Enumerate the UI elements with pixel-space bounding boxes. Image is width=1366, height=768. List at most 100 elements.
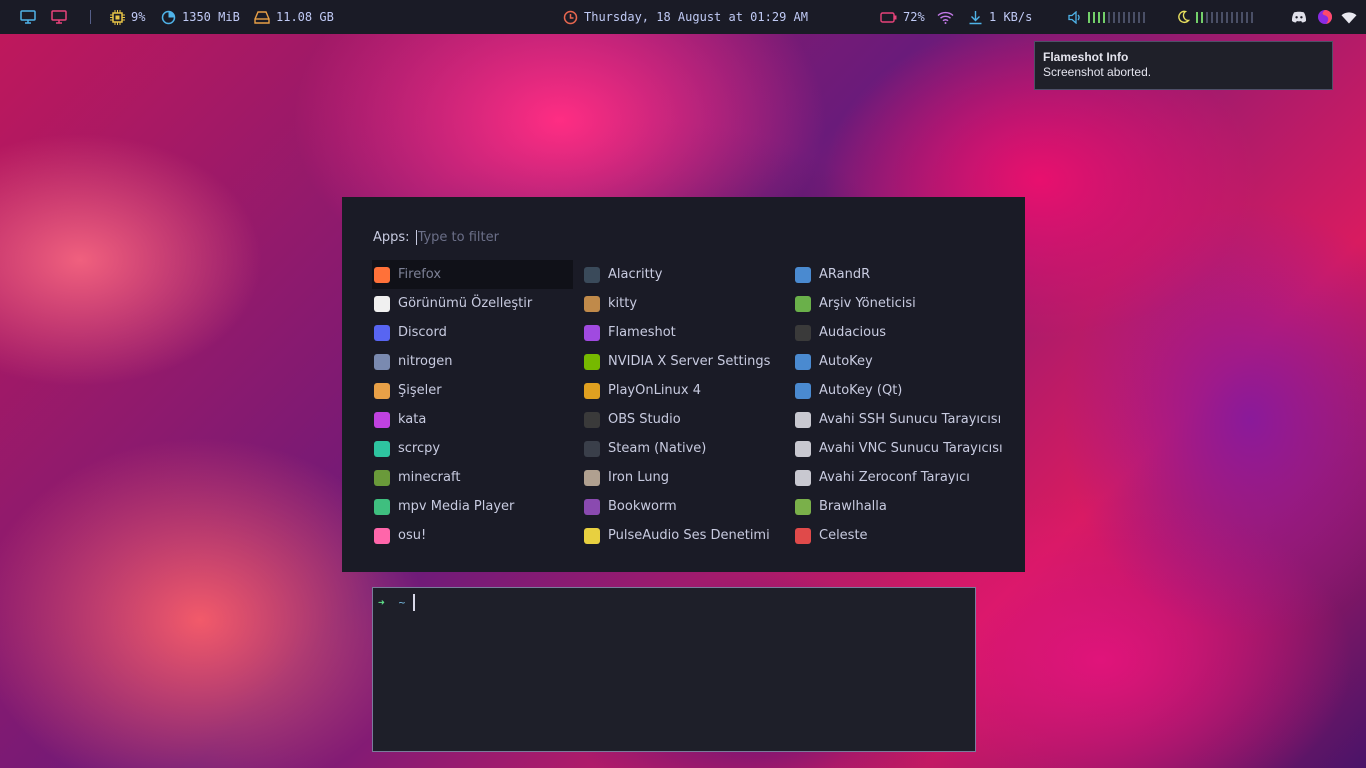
wifi-tray-icon[interactable] <box>1341 0 1357 34</box>
filter-input[interactable] <box>415 230 678 245</box>
brightness-widget[interactable] <box>1176 0 1253 34</box>
scrcpy-icon <box>374 440 390 457</box>
level-bar <box>1201 11 1203 23</box>
level-bar <box>1118 11 1120 23</box>
app-label: NVIDIA X Server Settings <box>608 354 771 369</box>
avahi-zeroconf-icon <box>795 469 811 486</box>
battery-icon <box>880 11 897 23</box>
app-label: Avahi VNC Sunucu Tarayıcısı <box>819 441 1003 456</box>
app-label: Celeste <box>819 528 868 543</box>
app-label: Firefox <box>398 267 442 282</box>
memory-widget: 1350 MiB <box>161 0 240 34</box>
app-item[interactable]: Arşiv Yöneticisi <box>793 289 994 318</box>
level-bar <box>1241 11 1243 23</box>
app-label: AutoKey (Qt) <box>819 383 903 398</box>
app-item[interactable]: Şişeler <box>372 376 573 405</box>
app-label: PlayOnLinux 4 <box>608 383 702 398</box>
app-item[interactable]: Bookworm <box>582 492 783 521</box>
clock-icon <box>563 10 578 24</box>
level-bar <box>1103 11 1105 23</box>
level-bar <box>1226 11 1228 23</box>
app-label: Bookworm <box>608 499 677 514</box>
level-bar <box>1138 11 1140 23</box>
top-status-bar: 9% 1350 MiB 11.08 GB Thursday, 18 August… <box>0 0 1366 34</box>
app-item[interactable]: scrcpy <box>372 434 573 463</box>
discord-tray-icon[interactable] <box>1291 0 1307 34</box>
app-item[interactable]: Audacious <box>793 318 994 347</box>
datetime-text: Thursday, 18 August at 01:29 AM <box>584 10 808 24</box>
wifi-icon <box>937 11 954 24</box>
app-item[interactable]: Celeste <box>793 521 994 550</box>
battery-widget: 72% <box>880 0 925 34</box>
moon-icon <box>1178 10 1190 24</box>
app-item[interactable]: Avahi VNC Sunucu Tarayıcısı <box>793 434 1003 463</box>
clock-widget[interactable]: Thursday, 18 August at 01:29 AM <box>563 0 808 34</box>
app-label: Avahi SSH Sunucu Tarayıcısı <box>819 412 1002 427</box>
app-item[interactable]: Steam (Native) <box>582 434 783 463</box>
level-bar <box>1143 11 1145 23</box>
network-speed-widget: 1 KB/s <box>968 0 1032 34</box>
app-item[interactable]: Avahi Zeroconf Tarayıcı <box>793 463 994 492</box>
app-item[interactable]: Iron Lung <box>582 463 783 492</box>
app-label: osu! <box>398 528 427 543</box>
level-bar <box>1196 11 1198 23</box>
hard-drive-icon <box>254 10 270 24</box>
app-item[interactable]: Alacritty <box>582 260 783 289</box>
app-item[interactable]: kata <box>372 405 573 434</box>
kitty-icon <box>584 295 600 312</box>
app-item[interactable]: mpv Media Player <box>372 492 573 521</box>
prompt-label: Apps: <box>373 230 410 245</box>
app-item[interactable]: PlayOnLinux 4 <box>582 376 783 405</box>
level-bar <box>1108 11 1110 23</box>
app-item[interactable]: Görünümü Özelleştir <box>372 289 573 318</box>
memory-pie-icon <box>161 10 176 24</box>
playonlinux-icon <box>584 382 600 399</box>
brightness-level-bars[interactable] <box>1196 11 1253 23</box>
text-cursor <box>413 594 416 611</box>
kata-icon <box>374 411 390 428</box>
app-item[interactable]: AutoKey <box>793 347 994 376</box>
firefox-tray-icon[interactable] <box>1317 0 1333 34</box>
app-item[interactable]: OBS Studio <box>582 405 783 434</box>
level-bar <box>1221 11 1223 23</box>
app-item[interactable]: Firefox <box>372 260 573 289</box>
memory-value: 1350 MiB <box>182 10 240 24</box>
app-label: Audacious <box>819 325 887 340</box>
app-label: kitty <box>608 296 638 311</box>
level-bar <box>1098 11 1100 23</box>
app-label: AutoKey <box>819 354 873 369</box>
app-item[interactable]: Flameshot <box>582 318 783 347</box>
app-item[interactable]: Discord <box>372 318 573 347</box>
terminal-window[interactable]: ➜ ~ <box>372 587 976 752</box>
app-label: Discord <box>398 325 447 340</box>
app-item[interactable]: Avahi SSH Sunucu Tarayıcısı <box>793 405 1001 434</box>
app-label: Arşiv Yöneticisi <box>819 296 916 311</box>
celeste-icon <box>795 527 811 544</box>
app-label: Şişeler <box>398 383 442 398</box>
launcher-prompt: Apps: <box>373 230 678 245</box>
app-item[interactable]: Brawlhalla <box>793 492 994 521</box>
app-label: scrcpy <box>398 441 441 456</box>
prompt-cwd: ~ <box>398 596 406 609</box>
app-item[interactable]: ARandR <box>793 260 994 289</box>
app-item[interactable]: osu! <box>372 521 573 550</box>
disk-widget: 11.08 GB <box>254 0 334 34</box>
workspace-2-button[interactable] <box>51 0 67 34</box>
wifi-widget[interactable] <box>937 0 954 34</box>
app-item[interactable]: NVIDIA X Server Settings <box>582 347 783 376</box>
volume-level-bars[interactable] <box>1088 11 1145 23</box>
workspace-1-button[interactable] <box>20 0 36 34</box>
app-column-1: Firefox Görünümü Özelleştir Discord nitroge… <box>372 260 573 550</box>
app-item[interactable]: nitrogen <box>372 347 573 376</box>
app-item[interactable]: AutoKey (Qt) <box>793 376 994 405</box>
volume-widget[interactable] <box>1068 0 1145 34</box>
level-bar <box>1123 11 1125 23</box>
app-item[interactable]: PulseAudio Ses Denetimi <box>582 521 783 550</box>
level-bar <box>1216 11 1218 23</box>
app-item[interactable]: kitty <box>582 289 783 318</box>
terminal-prompt-line: ➜ ~ <box>378 594 416 611</box>
app-item[interactable]: minecraft <box>372 463 573 492</box>
level-bar <box>1231 11 1233 23</box>
notification-popup[interactable]: Flameshot Info Screenshot aborted. <box>1034 41 1333 90</box>
iron-lung-icon <box>584 469 600 486</box>
